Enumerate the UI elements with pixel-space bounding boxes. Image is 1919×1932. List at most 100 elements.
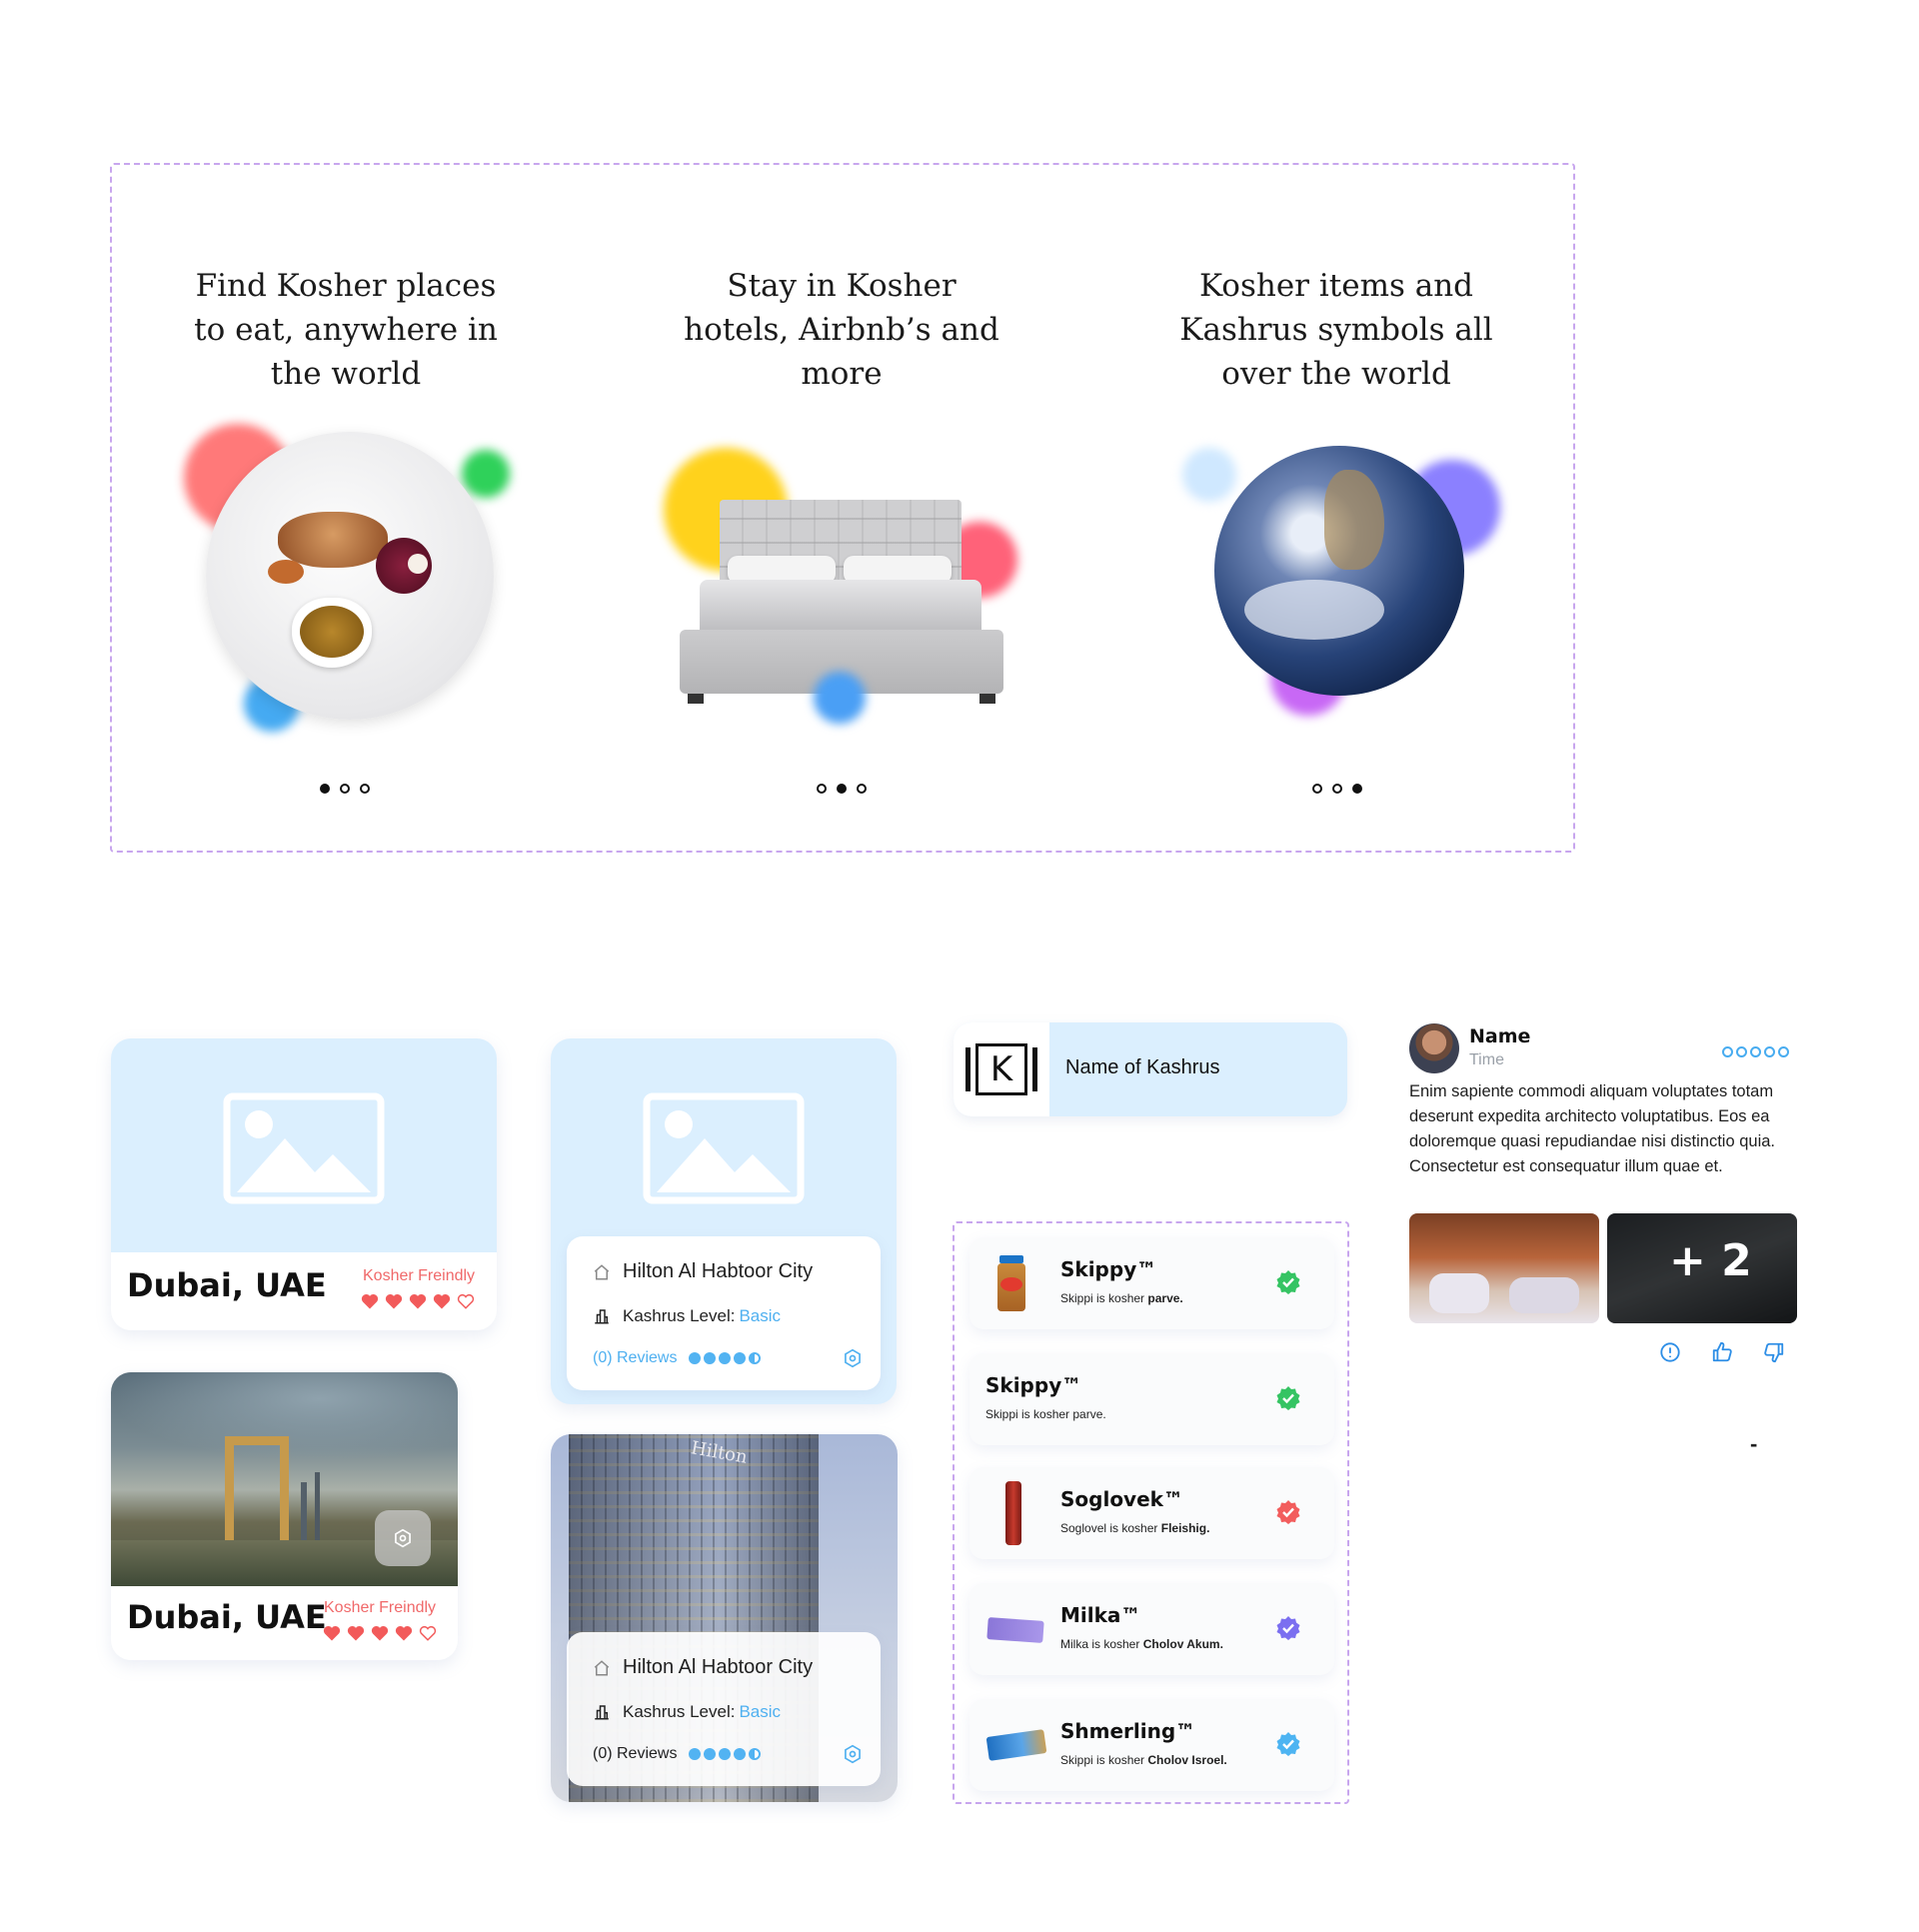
kosher-friendly-label: Kosher Freindly	[324, 1599, 437, 1616]
review-time: Time	[1469, 1051, 1504, 1068]
product-name: Milka™	[1060, 1603, 1141, 1627]
page-dot[interactable]	[857, 784, 867, 794]
city-card[interactable]: Dubai, UAE Kosher Freindly	[111, 1038, 497, 1330]
onboarding-title-2: Stay in Kosher hotels, Airbnb’s and more	[684, 268, 999, 392]
page-dot[interactable]	[1332, 784, 1342, 794]
kashrus-card[interactable]: K Name of Kashrus	[954, 1022, 1347, 1116]
page-dot[interactable]	[1352, 784, 1362, 794]
product-card[interactable]: Milka™ Milka is kosher Cholov Akum.	[969, 1583, 1334, 1675]
rating-circle-icon	[1722, 1046, 1733, 1057]
hotel-card-photo[interactable]: Hilton Hilton Al Habtoor City Kashrus Le…	[551, 1434, 898, 1802]
rating-circle-icon	[1778, 1046, 1789, 1057]
dash-mark: -	[1750, 1431, 1758, 1456]
rating-circle-icon	[1764, 1046, 1775, 1057]
verified-check-icon	[1276, 1386, 1300, 1410]
rating-dots	[689, 1748, 762, 1760]
hotel-card[interactable]: Hilton Al Habtoor City Kashrus Level: Ba…	[551, 1038, 897, 1404]
product-description: Skippi is kosher Cholov Isroel.	[1060, 1753, 1227, 1767]
shmerling-bar-image	[985, 1729, 1047, 1761]
review-rating	[1722, 1046, 1789, 1057]
product-name: Skippy™	[985, 1373, 1082, 1397]
verified-check-icon	[1276, 1732, 1300, 1756]
thumbs-up-icon[interactable]	[1711, 1341, 1733, 1363]
review-text: Enim sapiente commodi aliquam voluptates…	[1409, 1082, 1775, 1175]
image-placeholder	[111, 1038, 497, 1252]
kosher-rating-hearts	[323, 1624, 437, 1642]
hexagon-badge-icon[interactable]	[843, 1744, 863, 1764]
heart-filled-icon	[323, 1626, 341, 1641]
hexagon-badge-icon[interactable]	[843, 1348, 863, 1368]
bed-image	[660, 440, 1029, 730]
heart-outline-icon	[457, 1294, 475, 1309]
report-icon[interactable]	[1659, 1341, 1681, 1363]
page-dot[interactable]	[360, 784, 370, 794]
food-plate-image	[180, 420, 520, 740]
hotel-info-panel: Hilton Al Habtoor City Kashrus Level: Ba…	[567, 1632, 881, 1786]
page-dot[interactable]	[340, 784, 350, 794]
heart-filled-icon	[433, 1294, 451, 1309]
onboarding-title-1: Find Kosher places to eat, anywhere in t…	[194, 268, 498, 392]
kashrus-level-prefix: Kashrus Level:	[623, 1702, 736, 1721]
product-name: Soglovek™	[1060, 1487, 1183, 1511]
soglovek-sausage-image	[1005, 1481, 1021, 1545]
city-card-photo[interactable]: Dubai, UAE Kosher Freindly	[111, 1372, 458, 1660]
heart-filled-icon	[347, 1626, 365, 1641]
product-description: Skippi is kosher parve.	[1060, 1291, 1183, 1305]
pagination-dots-2	[817, 784, 867, 794]
avatar[interactable]	[1409, 1023, 1459, 1073]
kashrus-badge-button[interactable]	[375, 1510, 431, 1566]
pagination-dots-1	[320, 784, 370, 794]
product-card[interactable]: Skippy™ Skippi is kosher parve.	[969, 1237, 1334, 1329]
more-photos-count: + 2	[1669, 1235, 1752, 1286]
rating-circle-icon	[1736, 1046, 1747, 1057]
hotel-info-panel: Hilton Al Habtoor City Kashrus Level: Ba…	[567, 1236, 881, 1390]
product-card[interactable]: Skippy™ Skippi is kosher parve.	[969, 1353, 1334, 1445]
kashrus-level-prefix: Kashrus Level:	[623, 1306, 736, 1325]
page-dot[interactable]	[1312, 784, 1322, 794]
product-description: Milka is kosher Cholov Akum.	[1060, 1637, 1223, 1651]
hotel-name: Hilton Al Habtoor City	[623, 1656, 814, 1678]
milka-bar-image	[986, 1617, 1044, 1643]
page-dot[interactable]	[837, 784, 847, 794]
product-name: Shmerling™	[1060, 1719, 1196, 1743]
hotel-name: Hilton Al Habtoor City	[623, 1260, 814, 1282]
kashrus-logo: K	[954, 1022, 1049, 1116]
product-description: Soglovel is kosher Fleishig.	[1060, 1521, 1210, 1535]
product-card[interactable]: Soglovek™ Soglovel is kosher Fleishig.	[969, 1467, 1334, 1559]
kashrus-name: Name of Kashrus	[1065, 1056, 1220, 1078]
reviews-count-link[interactable]: (0) Reviews	[593, 1745, 677, 1763]
kosher-rating-hearts	[361, 1292, 475, 1310]
verified-check-icon	[1276, 1270, 1300, 1294]
heart-filled-icon	[409, 1294, 427, 1309]
kashrus-logo-letter: K	[975, 1043, 1027, 1095]
product-card[interactable]: Shmerling™ Skippi is kosher Cholov Isroe…	[969, 1699, 1334, 1791]
review-photo-more[interactable]: + 2	[1607, 1213, 1797, 1323]
kashrus-level-value: Basic	[739, 1702, 782, 1721]
page-dot[interactable]	[320, 784, 330, 794]
kosher-friendly-label: Kosher Freindly	[363, 1267, 476, 1284]
home-icon	[594, 1263, 610, 1279]
heart-filled-icon	[385, 1294, 403, 1309]
city-name: Dubai, UAE	[127, 1598, 327, 1636]
image-placeholder-icon	[223, 1092, 385, 1204]
home-icon	[594, 1659, 610, 1675]
skippy-jar-image	[997, 1255, 1025, 1311]
review-photo[interactable]	[1409, 1213, 1599, 1323]
onboarding-title-3: Kosher items and Kashrus symbols all ove…	[1179, 268, 1493, 392]
city-name: Dubai, UAE	[127, 1266, 327, 1304]
earth-image	[1174, 430, 1504, 730]
product-name: Skippy™	[1060, 1257, 1157, 1281]
heart-filled-icon	[395, 1626, 413, 1641]
thumbs-down-icon[interactable]	[1763, 1341, 1785, 1363]
verified-check-icon	[1276, 1616, 1300, 1640]
heart-outline-icon	[419, 1626, 437, 1641]
kashrus-level-value: Basic	[739, 1306, 782, 1325]
image-placeholder-icon	[643, 1092, 805, 1204]
reviews-count-link[interactable]: (0) Reviews	[593, 1349, 677, 1367]
product-description: Skippi is kosher parve.	[985, 1407, 1106, 1421]
building-icon	[595, 1309, 609, 1324]
hexagon-badge-icon	[395, 1528, 411, 1548]
page-dot[interactable]	[817, 784, 827, 794]
rating-circle-icon	[1750, 1046, 1761, 1057]
building-icon	[595, 1705, 609, 1720]
